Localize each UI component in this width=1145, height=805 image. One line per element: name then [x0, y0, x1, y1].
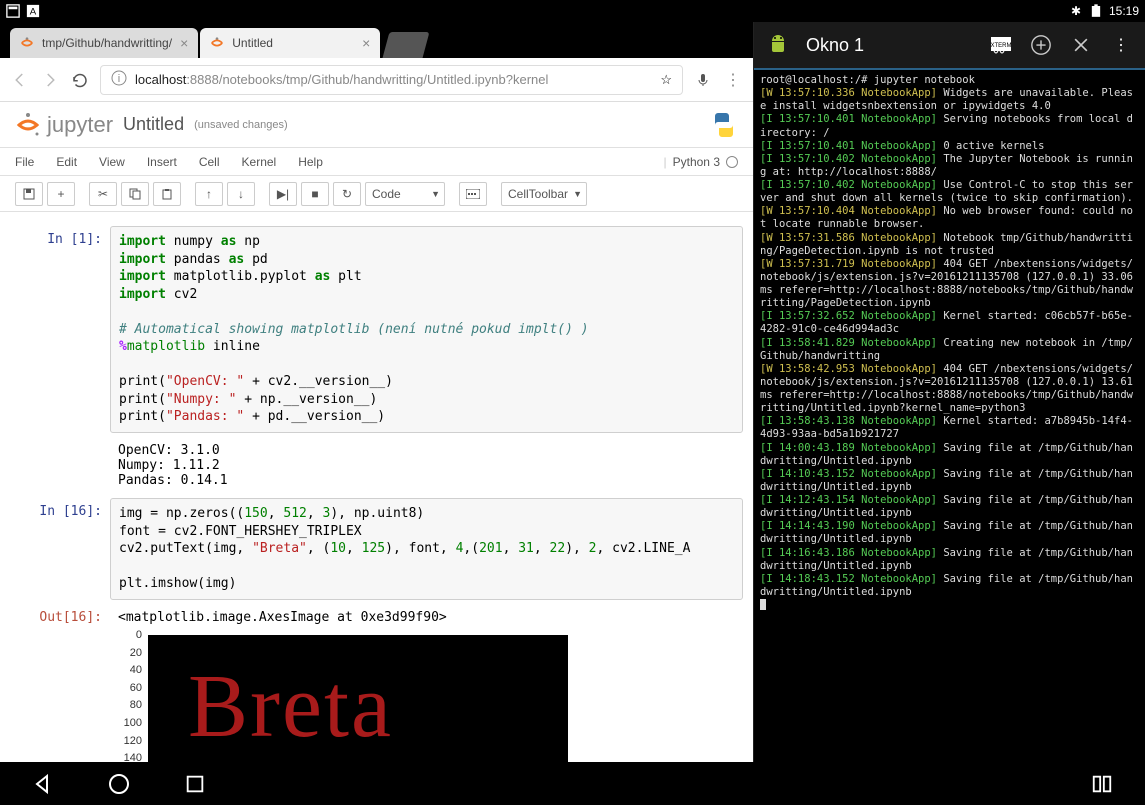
clock: 15:19: [1109, 4, 1139, 18]
out-prompt-16: Out[16]:: [10, 604, 110, 631]
close-icon[interactable]: ×: [362, 35, 370, 51]
menu-insert[interactable]: Insert: [147, 155, 177, 169]
menu-file[interactable]: File: [15, 155, 34, 169]
in-prompt-16: In [16]:: [10, 498, 110, 600]
restart-button[interactable]: ↻: [333, 182, 361, 206]
matplotlib-plot: 0 20 40 60 80 100 120 140 Breta 0 100 20…: [110, 635, 590, 762]
new-tab-button[interactable]: [383, 32, 430, 58]
output-16: Out[16]: <matplotlib.image.AxesImage at …: [10, 604, 743, 631]
url-host: localhost: [135, 72, 186, 87]
code-cell-1[interactable]: In [1]: import numpy as np import pandas…: [10, 226, 743, 433]
svg-text:A: A: [30, 7, 37, 18]
back-nav-button[interactable]: [30, 771, 56, 797]
copy-button[interactable]: [121, 182, 149, 206]
menu-cell[interactable]: Cell: [199, 155, 220, 169]
back-button[interactable]: [10, 70, 30, 90]
kernel-indicator: | Python 3: [664, 155, 739, 169]
info-icon: i: [111, 70, 127, 89]
star-icon[interactable]: ☆: [660, 72, 672, 88]
save-status: (unsaved changes): [194, 119, 288, 131]
cut-button[interactable]: ✂: [89, 182, 117, 206]
app-icon: A: [26, 4, 40, 18]
bluetooth-icon: ✱: [1069, 4, 1083, 18]
code-input-16[interactable]: img = np.zeros((150, 512, 3), np.uint8) …: [110, 498, 743, 600]
svg-text:XTERM: XTERM: [991, 43, 1012, 49]
tab-1-title: tmp/Github/handwritting/: [42, 36, 172, 50]
terminal-title: Okno 1: [806, 35, 973, 56]
jupyter-logo-icon: [15, 112, 41, 138]
notebook-title[interactable]: Untitled: [123, 114, 184, 135]
code-input-1[interactable]: import numpy as np import pandas as pd i…: [110, 226, 743, 433]
home-nav-button[interactable]: [106, 771, 132, 797]
save-button[interactable]: [15, 182, 43, 206]
battery-icon: [1089, 4, 1103, 18]
output-1: OpenCV: 3.1.0 Numpy: 1.11.2 Pandas: 0.14…: [10, 437, 743, 494]
jupyter-header: jupyter Untitled (unsaved changes): [0, 102, 753, 148]
celltype-select[interactable]: Code: [365, 182, 445, 206]
notebook-body[interactable]: In [1]: import numpy as np import pandas…: [0, 212, 753, 762]
jupyter-brand: jupyter: [47, 112, 113, 138]
status-left: A: [6, 4, 40, 18]
menu-edit[interactable]: Edit: [56, 155, 77, 169]
tab-strip: tmp/Github/handwritting/ × Untitled ×: [0, 22, 753, 58]
move-down-button[interactable]: ↓: [227, 182, 255, 206]
url-input[interactable]: i localhost:8888/notebooks/tmp/Github/ha…: [100, 65, 683, 95]
chrome-browser: tmp/Github/handwritting/ × Untitled × i …: [0, 22, 753, 762]
code-cell-16[interactable]: In [16]: img = np.zeros((150, 512, 3), n…: [10, 498, 743, 600]
svg-text:i: i: [118, 73, 120, 85]
forward-button[interactable]: [40, 70, 60, 90]
android-icon: [766, 33, 790, 57]
in-prompt-1: In [1]:: [10, 226, 110, 433]
terminal-header: Okno 1 XTERM ⋮: [754, 22, 1145, 70]
jupyter-favicon-icon: [20, 36, 34, 50]
status-right: ✱ 15:19: [1069, 4, 1139, 18]
android-nav-bar: [0, 762, 1145, 805]
recents-nav-button[interactable]: [182, 771, 208, 797]
celltoolbar-select[interactable]: CellToolbar: [501, 182, 587, 206]
terminal-output[interactable]: root@localhost:/# jupyter notebook [W 13…: [754, 70, 1145, 762]
plot-text: Breta: [188, 655, 393, 758]
menu-kernel[interactable]: Kernel: [242, 155, 277, 169]
add-cell-button[interactable]: +: [47, 182, 75, 206]
android-status-bar: A ✱ 15:19: [0, 0, 1145, 22]
tab-2[interactable]: Untitled ×: [200, 28, 380, 58]
mic-icon[interactable]: [693, 70, 713, 90]
terminal-pane: Okno 1 XTERM ⋮ root@localhost:/# jupyter…: [753, 22, 1145, 762]
xterm-icon[interactable]: XTERM: [989, 33, 1013, 57]
stop-button[interactable]: ■: [301, 182, 329, 206]
add-window-button[interactable]: [1029, 33, 1053, 57]
address-bar: i localhost:8888/notebooks/tmp/Github/ha…: [0, 58, 753, 102]
close-icon[interactable]: ×: [180, 35, 188, 51]
overflow-menu-button[interactable]: ⋮: [1109, 33, 1133, 57]
jupyter-favicon-icon: [210, 36, 224, 50]
command-palette-button[interactable]: [459, 182, 487, 206]
plot-image: Breta 0 100 200 300 400 500: [148, 635, 568, 762]
repr-16: <matplotlib.image.AxesImage at 0xe3d99f9…: [110, 604, 743, 631]
close-window-button[interactable]: [1069, 33, 1093, 57]
move-up-button[interactable]: ↑: [195, 182, 223, 206]
menu-help[interactable]: Help: [298, 155, 323, 169]
url-path: :8888/notebooks/tmp/Github/handwritting/…: [186, 72, 548, 87]
split-screen-button[interactable]: [1089, 771, 1115, 797]
jupyter-menu: File Edit View Insert Cell Kernel Help |…: [0, 148, 753, 176]
python-logo-icon: [710, 111, 738, 139]
tab-2-title: Untitled: [232, 36, 273, 50]
jupyter-logo[interactable]: jupyter: [15, 112, 113, 138]
run-button[interactable]: ▶|: [269, 182, 297, 206]
reload-button[interactable]: [70, 70, 90, 90]
paste-button[interactable]: [153, 182, 181, 206]
kernel-status-icon: [726, 156, 738, 168]
menu-icon[interactable]: ⋮: [723, 70, 743, 90]
tab-1[interactable]: tmp/Github/handwritting/ ×: [10, 28, 198, 58]
window-icon: [6, 4, 20, 18]
stdout-1: OpenCV: 3.1.0 Numpy: 1.11.2 Pandas: 0.14…: [110, 437, 743, 494]
kernel-name: Python 3: [673, 155, 720, 169]
jupyter-toolbar: + ✂ ↑ ↓ ▶| ■ ↻ Code CellToolbar: [0, 176, 753, 212]
menu-view[interactable]: View: [99, 155, 125, 169]
